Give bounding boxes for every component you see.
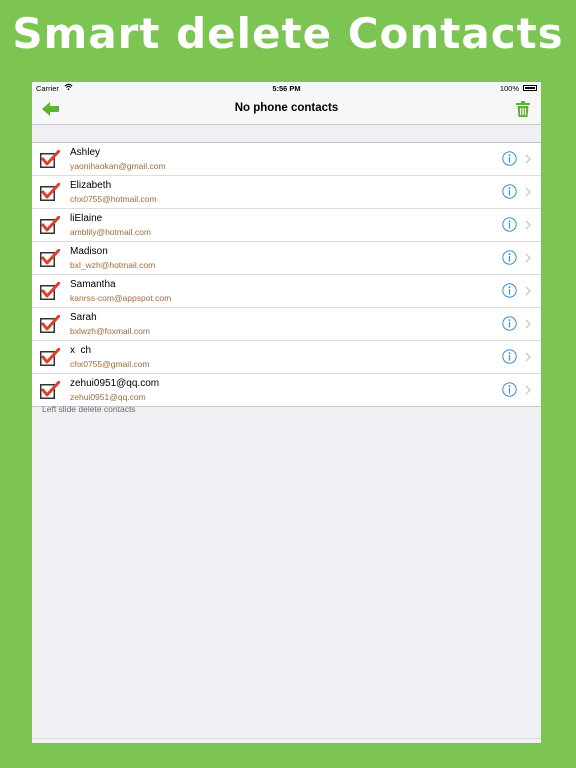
contact-name: x ch xyxy=(70,345,92,356)
chevron-right-icon xyxy=(525,385,531,395)
contact-row[interactable]: Ashley yaonihaokan@gmail.com xyxy=(32,143,541,176)
info-icon[interactable] xyxy=(502,316,517,331)
chevron-right-icon xyxy=(525,220,531,230)
contact-name: Madison xyxy=(70,246,108,257)
checkbox-checked-icon[interactable] xyxy=(40,348,60,366)
contact-row[interactable]: zehui0951@qq.com zehui0951@qq.com xyxy=(32,374,541,406)
contact-name: Samantha xyxy=(70,279,116,290)
contact-row[interactable]: Sarah bxlwzh@foxmail.com xyxy=(32,308,541,341)
info-icon[interactable] xyxy=(502,382,517,397)
contact-row[interactable]: Elizabeth chx0755@hotmail.com xyxy=(32,176,541,209)
checkbox-checked-icon[interactable] xyxy=(40,249,60,267)
contact-name: Sarah xyxy=(70,312,97,323)
contact-email: amblily@hotmail.com xyxy=(70,227,151,237)
info-icon[interactable] xyxy=(502,217,517,232)
contact-email: yaonihaokan@gmail.com xyxy=(70,161,166,171)
checkbox-checked-icon[interactable] xyxy=(40,183,60,201)
chevron-right-icon xyxy=(525,154,531,164)
trash-icon[interactable] xyxy=(516,101,530,117)
contact-email: bxl_wzh@hotmail.com xyxy=(70,260,156,270)
contact-email: zehui0951@qq.com xyxy=(70,392,146,402)
checkbox-checked-icon[interactable] xyxy=(40,381,60,399)
divider xyxy=(32,738,541,739)
chevron-right-icon xyxy=(525,319,531,329)
checkbox-checked-icon[interactable] xyxy=(40,216,60,234)
contacts-list: Ashley yaonihaokan@gmail.com Elizabeth c… xyxy=(32,142,541,407)
chevron-right-icon xyxy=(525,286,531,296)
contact-row[interactable]: x ch chx0755@gmail.com xyxy=(32,341,541,374)
device-screen: Carrier 5:56 PM 100% No phone contacts A… xyxy=(32,82,541,743)
checkbox-checked-icon[interactable] xyxy=(40,282,60,300)
contact-name: liElaine xyxy=(70,213,103,224)
status-bar: Carrier 5:56 PM 100% xyxy=(32,82,541,95)
info-icon[interactable] xyxy=(502,151,517,166)
chevron-right-icon xyxy=(525,253,531,263)
info-icon[interactable] xyxy=(502,184,517,199)
contact-row[interactable]: liElaine amblily@hotmail.com xyxy=(32,209,541,242)
chevron-right-icon xyxy=(525,187,531,197)
clock: 5:56 PM xyxy=(272,84,301,93)
info-icon[interactable] xyxy=(502,250,517,265)
info-icon[interactable] xyxy=(502,283,517,298)
checkbox-checked-icon[interactable] xyxy=(40,315,60,333)
contact-name: Elizabeth xyxy=(70,180,112,191)
checkbox-checked-icon[interactable] xyxy=(40,150,60,168)
contact-name: Ashley xyxy=(70,147,101,158)
promo-banner-title: Smart delete Contacts xyxy=(12,9,564,58)
page-title: No phone contacts xyxy=(234,102,339,114)
contact-email: bxlwzh@foxmail.com xyxy=(70,326,150,336)
chevron-right-icon xyxy=(525,352,531,362)
contact-email: kanrss-com@appspot.com xyxy=(70,293,172,303)
contact-name: zehui0951@qq.com xyxy=(70,378,160,389)
battery-percent: 100% xyxy=(499,84,519,93)
info-icon[interactable] xyxy=(502,349,517,364)
contact-email: chx0755@hotmail.com xyxy=(70,194,157,204)
navigation-bar: No phone contacts xyxy=(32,95,541,125)
footer-hint: Left slide delete contacts xyxy=(42,404,136,414)
contact-row[interactable]: Madison bxl_wzh@hotmail.com xyxy=(32,242,541,275)
contact-row[interactable]: Samantha kanrss-com@appspot.com xyxy=(32,275,541,308)
battery-icon xyxy=(523,85,537,91)
contact-email: chx0755@gmail.com xyxy=(70,359,150,369)
